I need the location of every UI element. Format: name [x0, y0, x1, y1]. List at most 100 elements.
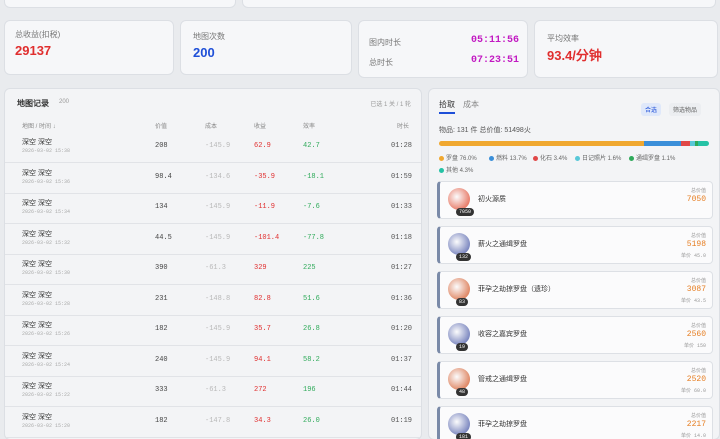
tab-cost[interactable]: 成本: [463, 99, 479, 110]
map-name: 深空 深空: [22, 291, 52, 299]
map-date: 2026-03-02 15:26: [22, 331, 71, 337]
records-selected[interactable]: 已选 1 关 / 1 轮: [370, 99, 411, 108]
cell-value: 231: [155, 294, 168, 303]
cell-time: 01:59: [391, 172, 413, 181]
item-total-label: 总价值: [690, 413, 706, 419]
map-date: 2026-03-02 15:20: [22, 422, 71, 429]
item-quantity-badge: 19: [456, 343, 469, 351]
item-icon: [448, 233, 470, 255]
cell-time: 01:27: [391, 264, 413, 272]
cell-efficiency: -77.8: [303, 233, 325, 242]
legend-label: 通缉罗盘 1.1%: [636, 156, 676, 162]
item-unit-price: 单价 150: [683, 343, 706, 349]
cell-income: 62.9: [254, 142, 271, 150]
legend-label: 燃料 13.7%: [496, 156, 527, 162]
legend-item: 化石 3.4%: [533, 153, 567, 162]
map-records-panel: 地图记录 200 已选 1 关 / 1 轮 地图 / 时间 ↓ 价值 成本 收益…: [4, 88, 422, 439]
loot-summary: 物品: 131 件 总价值: 51498火: [439, 127, 531, 134]
item-total-label: 总价值: [690, 233, 706, 239]
cell-cost: -147.8: [205, 416, 231, 425]
col-eff[interactable]: 效率: [303, 121, 315, 130]
col-time[interactable]: 时长: [397, 121, 409, 130]
loot-item[interactable]: 管戒之通缉罗盘 48 总价值 2520 单价 60.0: [437, 361, 713, 399]
item-name: 收容之嘉宾罗盘: [478, 331, 527, 338]
table-row[interactable]: 深空 深空 2026-03-02 15:30 390 -61.3 329 225 01:27: [5, 255, 421, 285]
time-card: 图内时长 05:11:56 总时长 07:23:51: [358, 20, 528, 78]
cell-time: 01:44: [391, 386, 413, 394]
legend-dot-icon: [629, 155, 634, 161]
select-all-button[interactable]: 合选: [641, 103, 662, 116]
col-value[interactable]: 价值: [155, 121, 167, 130]
col-map[interactable]: 地图 / 时间 ↓: [22, 121, 56, 130]
item-name: 初火源质: [478, 196, 506, 203]
table-row[interactable]: 深空 深空 2026-03-02 15:34 134 -145.9 -11.9 -7.6 0…: [5, 194, 421, 224]
cell-value: 182: [155, 325, 168, 333]
cell-cost: -145.9: [205, 203, 231, 211]
item-unit-price: 单价 14.0: [680, 433, 706, 439]
cell-value: 208: [155, 142, 168, 150]
map-name: 深空 深空: [22, 230, 52, 238]
map-date: 2026-03-02 15:36: [22, 178, 71, 185]
cell-cost: -145.9: [205, 142, 231, 150]
cell-time: 01:18: [391, 233, 413, 242]
legend-label: 日记照片 1.6%: [582, 156, 622, 162]
cell-income: 35.7: [254, 325, 271, 333]
legend-label: 其他 4.3%: [446, 168, 474, 174]
table-row[interactable]: 深空 深空 2026-03-02 15:38 208 -145.9 62.9 42.7 01…: [5, 133, 421, 163]
loot-item[interactable]: 收容之嘉宾罗盘 19 总价值 2560 单价 150: [437, 316, 713, 354]
item-unit-price: 单价 60.0: [680, 388, 706, 394]
item-total-value: 7050: [686, 195, 706, 204]
records-count: 200: [59, 99, 70, 105]
filter-items-button[interactable]: 筛选物品: [669, 103, 702, 116]
cell-income: -35.9: [254, 172, 276, 181]
legend-item: 日记照片 1.6%: [575, 153, 621, 162]
cell-time: 01:36: [391, 294, 413, 303]
cell-efficiency: 58.2: [303, 355, 320, 364]
item-quantity-badge: 7050: [456, 208, 475, 216]
cell-efficiency: 225: [303, 264, 316, 272]
maps-label: 地图次数: [193, 32, 225, 41]
bar-segment-other: [697, 141, 709, 146]
map-name: 深空 深空: [22, 200, 52, 207]
tab-pickup[interactable]: 拾取: [439, 99, 455, 114]
legend-item: 罗盘 76.0%: [439, 153, 477, 162]
loot-item[interactable]: 初火源质 7050 总价值 7050: [437, 181, 713, 219]
top-card-left: [4, 0, 236, 8]
item-total-label: 总价值: [690, 323, 706, 329]
map-name: 深空 深空: [22, 261, 52, 268]
map-date: 2026-03-02 15:24: [22, 361, 71, 368]
map-name: 深空 深空: [22, 139, 52, 146]
cell-time: 01:19: [391, 416, 413, 425]
legend-item: 通缉罗盘 1.1%: [629, 153, 675, 162]
loot-item[interactable]: 菲孕之劫掠罗盘（遗珍） 83 总价值 3087 单价 43.5: [437, 271, 713, 309]
table-row[interactable]: 深空 深空 2026-03-02 15:36 98.4 -134.6 -35.9 -18.…: [5, 164, 421, 194]
table-row[interactable]: 深空 深空 2026-03-02 15:32 44.5 -145.9 -101.4 -77…: [5, 225, 421, 255]
col-cost[interactable]: 成本: [205, 121, 217, 130]
cell-efficiency: -18.1: [303, 172, 325, 181]
item-icon: [448, 278, 470, 300]
cell-time: 01:20: [391, 325, 413, 333]
legend-label: 化石 3.4%: [540, 156, 568, 162]
cell-income: -101.4: [254, 233, 280, 242]
loot-panel: 拾取 成本 合选 筛选物品 物品: 131 件 总价值: 51498火 罗盘 7…: [428, 88, 720, 439]
cell-efficiency: 26.0: [303, 416, 320, 425]
cell-income: 34.3: [254, 416, 271, 425]
table-row[interactable]: 深空 深空 2026-03-02 15:28 231 -148.8 82.8 51.6 01…: [5, 286, 421, 316]
table-row[interactable]: 深空 深空 2026-03-02 15:20 182 -147.8 34.3 26.0 01…: [5, 408, 421, 438]
map-date: 2026-03-02 15:34: [22, 209, 71, 215]
map-name: 深空 深空: [22, 383, 52, 390]
loot-item[interactable]: 菲孕之劫掠罗盘 181 总价值 2217 单价 14.0: [437, 406, 713, 439]
table-row[interactable]: 深空 深空 2026-03-02 15:22 333 -61.3 272 196 01:44: [5, 377, 421, 407]
col-income[interactable]: 收益: [254, 121, 266, 130]
table-row[interactable]: 深空 深空 2026-03-02 15:24 240 -145.9 94.1 58.2 01…: [5, 347, 421, 377]
bar-segment-fossil: [681, 141, 691, 146]
map-date: 2026-03-02 15:30: [22, 270, 71, 276]
bar-segment-fuel: [644, 141, 682, 146]
table-row[interactable]: 深空 深空 2026-03-02 15:26 182 -145.9 35.7 26.8 01…: [5, 316, 421, 346]
cell-value: 333: [155, 386, 168, 394]
cell-value: 240: [155, 355, 168, 364]
loot-item[interactable]: 薪火之通缉罗盘 132 总价值 5198 单价 45.0: [437, 226, 713, 264]
item-unit-price: 单价 45.0: [680, 253, 706, 259]
map-date: 2026-03-02 15:38: [22, 148, 71, 154]
income-card: 总收益(扣税) 29137: [4, 20, 174, 75]
